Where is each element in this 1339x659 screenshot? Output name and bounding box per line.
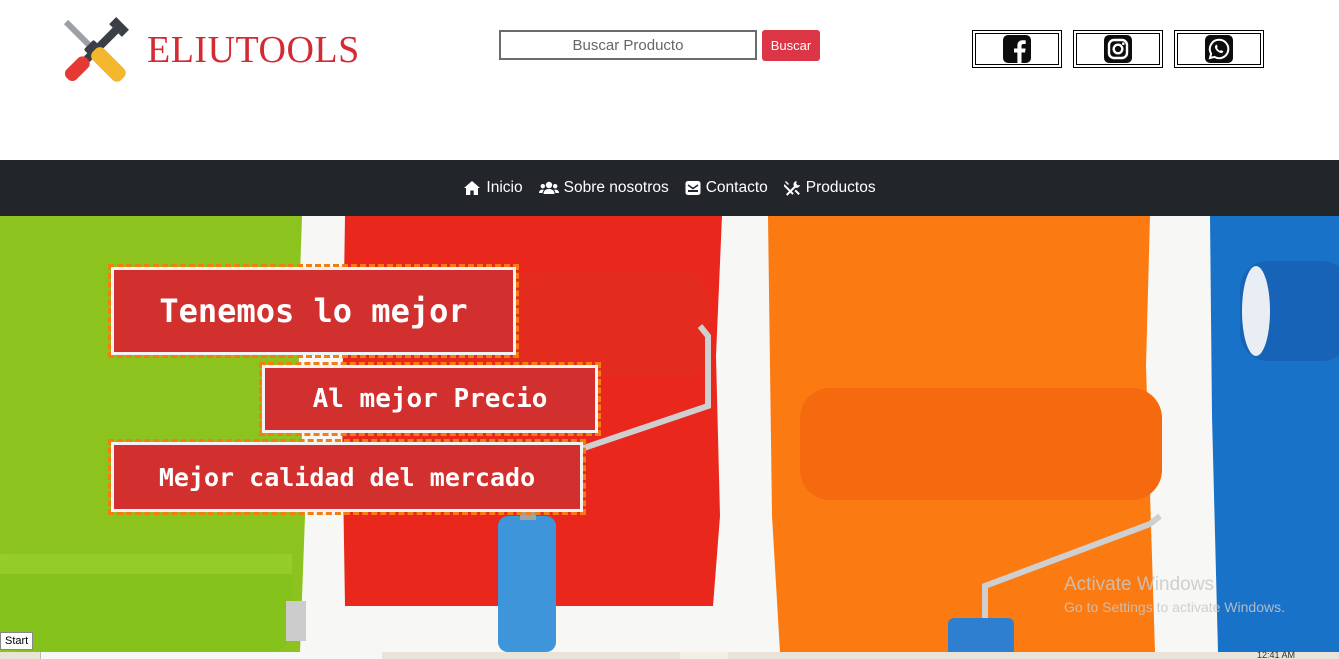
nav-item-inicio[interactable]: Inicio: [463, 179, 523, 197]
instagram-button[interactable]: [1073, 30, 1163, 68]
nav-item-contacto[interactable]: Contacto: [685, 179, 768, 197]
brand-name[interactable]: ELIUTOOLS: [147, 28, 360, 72]
taskbar-segment: [680, 652, 728, 659]
hero-banner: Tenemos lo mejor Al mejor Precio Mejor c…: [0, 216, 1339, 652]
nav-label: Contacto: [705, 179, 768, 196]
start-button[interactable]: Start: [0, 632, 34, 650]
search-button[interactable]: Buscar: [762, 30, 820, 61]
main-navbar: Inicio Sobre nosotros Contacto Productos: [0, 160, 1339, 216]
tools-icon: [783, 180, 800, 196]
taskbar: 12:41 AM: [0, 650, 1339, 659]
whatsapp-icon: [1205, 35, 1233, 63]
tools-icon[interactable]: [52, 8, 138, 94]
taskbar-search-box[interactable]: [40, 652, 382, 659]
facebook-icon: [1003, 35, 1031, 63]
home-icon: [464, 181, 481, 195]
nav-item-sobre-nosotros[interactable]: Sobre nosotros: [538, 179, 669, 197]
nav-label: Sobre nosotros: [563, 179, 669, 196]
activate-windows-watermark: Activate Windows Go to Settings to activ…: [1064, 574, 1285, 618]
nav-label: Productos: [805, 179, 876, 196]
watermark-title: Activate Windows: [1064, 574, 1214, 595]
taskbar-clock: 12:41 AM: [1256, 650, 1295, 659]
search-input[interactable]: [499, 30, 757, 60]
whatsapp-button[interactable]: [1174, 30, 1264, 68]
users-icon: [538, 181, 559, 194]
nav-label: Inicio: [486, 179, 523, 196]
hero-tagline-2: Al mejor Precio: [259, 362, 601, 436]
envelope-icon: [685, 181, 701, 195]
instagram-icon: [1104, 35, 1132, 63]
hero-tagline-1: Tenemos lo mejor: [108, 264, 519, 358]
hero-tagline-3: Mejor calidad del mercado: [108, 439, 586, 515]
watermark-subtitle: Go to Settings to activate Windows.: [1064, 599, 1285, 615]
header: ELIUTOOLS Buscar: [0, 0, 1339, 160]
facebook-button[interactable]: [972, 30, 1062, 68]
nav-item-productos[interactable]: Productos: [783, 179, 876, 197]
